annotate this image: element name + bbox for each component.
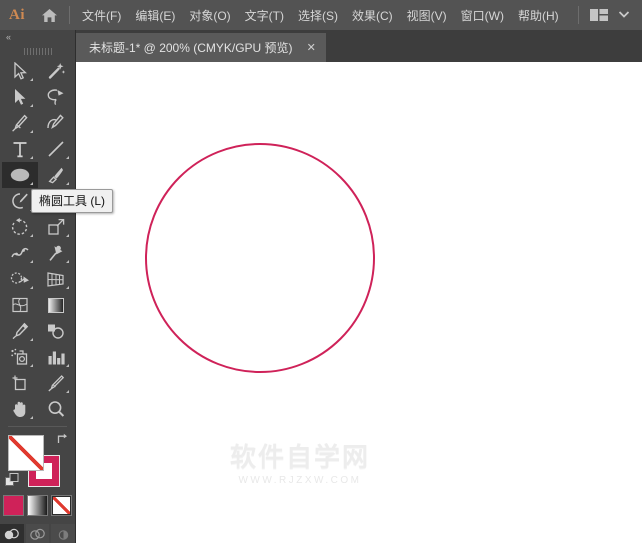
menu-window[interactable]: 窗口(W) [454,4,511,27]
menubar-right [573,6,642,24]
menu-file[interactable]: 文件(F) [75,4,128,27]
none-button[interactable] [51,495,72,516]
tool-flyout-indicator [30,182,33,185]
none-slash-icon [53,497,70,514]
illustrator-window: Ai 文件(F) 编辑(E) 对象(O) 文字(T) 选择(S) 效果(C) 视… [0,0,642,543]
draw-inside-button[interactable] [51,524,75,543]
tool-magic-wand[interactable] [38,58,74,84]
tool-curvature[interactable] [38,110,74,136]
menu-object[interactable]: 对象(O) [182,4,237,27]
tool-pen[interactable] [2,110,38,136]
tool-flyout-indicator [30,416,33,419]
tool-blend[interactable] [38,318,74,344]
fill-swatch[interactable] [8,435,44,471]
document-tab[interactable]: 未标题-1* @ 200% (CMYK/GPU 预览) ✕ [76,33,326,62]
tool-symbol-sprayer[interactable] [2,344,38,370]
tool-flyout-indicator [66,182,69,185]
tool-shape-builder[interactable] [2,266,38,292]
tool-paintbrush[interactable] [38,162,74,188]
tool-flyout-indicator [30,104,33,107]
menu-items: 文件(F) 编辑(E) 对象(O) 文字(T) 选择(S) 效果(C) 视图(V… [75,4,566,27]
tools-panel: « [0,30,76,543]
tool-flyout-indicator [30,260,33,263]
workspace-switcher-icon[interactable] [584,8,614,22]
tool-flyout-indicator [30,130,33,133]
menu-help[interactable]: 帮助(H) [511,4,566,27]
tool-perspective-grid[interactable] [38,266,74,292]
tool-column-graph[interactable] [38,344,74,370]
menubar-divider [69,6,70,24]
tool-free-transform[interactable] [38,240,74,266]
menu-bar: Ai 文件(F) 编辑(E) 对象(O) 文字(T) 选择(S) 效果(C) 视… [0,0,642,30]
menu-type[interactable]: 文字(T) [238,4,291,27]
tool-tooltip: 椭圆工具 (L) [31,189,113,213]
draw-behind-button[interactable] [26,524,50,543]
gradient-button[interactable] [27,495,48,516]
tool-mesh[interactable] [2,292,38,318]
tool-rotate[interactable] [2,214,38,240]
menu-view[interactable]: 视图(V) [400,4,454,27]
tool-lasso[interactable] [38,84,74,110]
tool-slice[interactable] [38,370,74,396]
color-mode-buttons [0,495,75,516]
chevron-down-icon[interactable] [614,10,634,20]
watermark-text: 软件自学网 [210,445,390,471]
toolbar-divider [8,426,67,427]
tool-scale[interactable] [38,214,74,240]
tool-flyout-indicator [66,286,69,289]
document-tab-bar: 未标题-1* @ 200% (CMYK/GPU 预览) ✕ [0,30,642,62]
tool-flyout-indicator [30,286,33,289]
fill-stroke-swatches [0,431,75,489]
app-logo: Ai [0,7,34,24]
tool-line-segment[interactable] [38,136,74,162]
swap-fill-stroke-icon[interactable] [55,433,68,448]
tool-flyout-indicator [66,260,69,263]
tool-gradient[interactable] [38,292,74,318]
tool-hand[interactable] [2,396,38,422]
tool-zoom[interactable] [38,396,74,422]
panel-drag-handle[interactable] [0,44,75,58]
tool-flyout-indicator [30,364,33,367]
menubar-divider-right [578,6,579,24]
tool-type[interactable] [2,136,38,162]
document-tab-title: 未标题-1* @ 200% (CMYK/GPU 预览) [89,39,293,56]
watermark-url: WWW.RJZXW.COM [210,475,390,486]
artboard-canvas[interactable]: 软件自学网 WWW.RJZXW.COM [76,62,642,543]
menu-edit[interactable]: 编辑(E) [128,4,182,27]
tool-flyout-indicator [30,338,33,341]
menu-effect[interactable]: 效果(C) [345,4,400,27]
tool-flyout-indicator [66,364,69,367]
tool-flyout-indicator [30,156,33,159]
close-icon[interactable]: ✕ [307,41,316,54]
tool-flyout-indicator [66,390,69,393]
default-fill-stroke-icon[interactable] [5,473,19,487]
menu-select[interactable]: 选择(S) [291,4,345,27]
tool-width[interactable] [2,240,38,266]
color-button[interactable] [3,495,24,516]
collapse-panel-button[interactable]: « [0,30,75,44]
watermark: 软件自学网 WWW.RJZXW.COM [210,445,390,486]
ellipse-shape[interactable] [145,143,375,373]
draw-normal-button[interactable] [0,524,24,543]
tool-selection[interactable] [2,58,38,84]
tool-artboard[interactable] [2,370,38,396]
tool-flyout-indicator [30,78,33,81]
tool-flyout-indicator [30,234,33,237]
tool-eyedropper[interactable] [2,318,38,344]
none-slash-icon [9,436,43,470]
draw-mode-buttons [0,524,75,543]
tool-flyout-indicator [66,234,69,237]
tool-grid [0,58,75,422]
home-icon[interactable] [34,8,64,23]
tool-flyout-indicator [66,156,69,159]
tool-ellipse[interactable] [2,162,38,188]
tool-direct-selection[interactable] [2,84,38,110]
